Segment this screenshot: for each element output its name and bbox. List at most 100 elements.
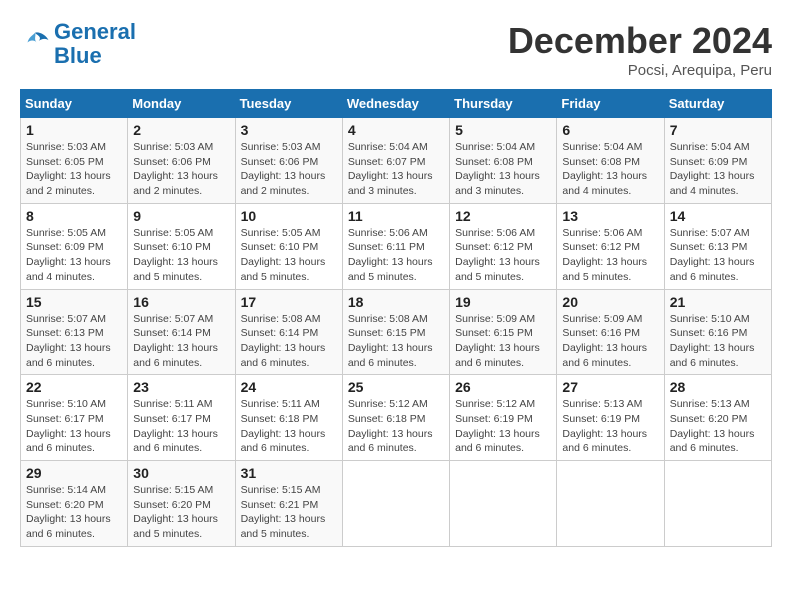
day-info: Sunrise: 5:15 AMSunset: 6:20 PMDaylight:…	[133, 483, 229, 542]
table-row: 11Sunrise: 5:06 AMSunset: 6:11 PMDayligh…	[342, 203, 449, 289]
table-row: 4 Sunrise: 5:04 AMSunset: 6:07 PMDaylight…	[342, 118, 449, 204]
col-wednesday: Wednesday	[342, 90, 449, 118]
location-subtitle: Pocsi, Arequipa, Peru	[508, 62, 772, 79]
table-row: 21 Sunrise: 5:10 AMSunset: 6:16 PMDayligh…	[664, 289, 771, 375]
day-number: 1	[26, 122, 122, 138]
day-number: 6	[562, 122, 658, 138]
table-row: 7 Sunrise: 5:04 AMSunset: 6:09 PMDaylight…	[664, 118, 771, 204]
table-row: 15 Sunrise: 5:07 AMSunset: 6:13 PMDayligh…	[21, 289, 128, 375]
col-monday: Monday	[128, 90, 235, 118]
col-sunday: Sunday	[21, 90, 128, 118]
day-number: 23	[133, 379, 229, 395]
day-number: 15	[26, 294, 122, 310]
day-number: 5	[455, 122, 551, 138]
day-number: 8	[26, 208, 122, 224]
day-info: Sunrise: 5:07 AMSunset: 6:13 PMDaylight:…	[26, 312, 122, 371]
table-row: 5Sunrise: 5:04 AMSunset: 6:08 PMDaylight…	[450, 118, 557, 204]
table-row: 10Sunrise: 5:05 AMSunset: 6:10 PMDayligh…	[235, 203, 342, 289]
day-number: 4	[348, 122, 444, 138]
day-info: Sunrise: 5:10 AMSunset: 6:17 PMDaylight:…	[26, 397, 122, 456]
col-saturday: Saturday	[664, 90, 771, 118]
day-number: 10	[241, 208, 337, 224]
day-number: 24	[241, 379, 337, 395]
day-number: 19	[455, 294, 551, 310]
day-number: 28	[670, 379, 766, 395]
day-info: Sunrise: 5:13 AMSunset: 6:19 PMDaylight:…	[562, 397, 658, 456]
table-row	[664, 461, 771, 547]
day-info: Sunrise: 5:05 AMSunset: 6:10 PMDaylight:…	[133, 226, 229, 285]
day-info: Sunrise: 5:08 AMSunset: 6:14 PMDaylight:…	[241, 312, 337, 371]
day-info: Sunrise: 5:06 AMSunset: 6:12 PMDaylight:…	[562, 226, 658, 285]
logo-icon	[20, 29, 50, 59]
day-info: Sunrise: 5:04 AMSunset: 6:09 PMDaylight:…	[670, 140, 766, 199]
table-row: 27 Sunrise: 5:13 AMSunset: 6:19 PMDayligh…	[557, 375, 664, 461]
day-number: 26	[455, 379, 551, 395]
day-number: 2	[133, 122, 229, 138]
table-row: 31 Sunrise: 5:15 AMSunset: 6:21 PMDayligh…	[235, 461, 342, 547]
day-number: 21	[670, 294, 766, 310]
day-info: Sunrise: 5:12 AMSunset: 6:18 PMDaylight:…	[348, 397, 444, 456]
table-row: 18 Sunrise: 5:08 AMSunset: 6:15 PMDayligh…	[342, 289, 449, 375]
table-row: 23 Sunrise: 5:11 AMSunset: 6:17 PMDayligh…	[128, 375, 235, 461]
day-number: 31	[241, 465, 337, 481]
table-row: 20 Sunrise: 5:09 AMSunset: 6:16 PMDayligh…	[557, 289, 664, 375]
day-info: Sunrise: 5:03 AMSunset: 6:06 PMDaylight:…	[241, 140, 337, 199]
month-title: December 2024	[508, 20, 772, 62]
day-info: Sunrise: 5:07 AMSunset: 6:14 PMDaylight:…	[133, 312, 229, 371]
day-number: 25	[348, 379, 444, 395]
table-row: 24Sunrise: 5:11 AMSunset: 6:18 PMDayligh…	[235, 375, 342, 461]
table-row: 25 Sunrise: 5:12 AMSunset: 6:18 PMDayligh…	[342, 375, 449, 461]
day-info: Sunrise: 5:13 AMSunset: 6:20 PMDaylight:…	[670, 397, 766, 456]
day-info: Sunrise: 5:15 AMSunset: 6:21 PMDaylight:…	[241, 483, 337, 542]
table-row: 6 Sunrise: 5:04 AMSunset: 6:08 PMDaylight…	[557, 118, 664, 204]
day-number: 27	[562, 379, 658, 395]
table-row: 2 Sunrise: 5:03 AMSunset: 6:06 PMDaylight…	[128, 118, 235, 204]
day-info: Sunrise: 5:03 AMSunset: 6:05 PMDaylight:…	[26, 140, 122, 199]
day-number: 16	[133, 294, 229, 310]
day-info: Sunrise: 5:08 AMSunset: 6:15 PMDaylight:…	[348, 312, 444, 371]
day-info: Sunrise: 5:09 AMSunset: 6:16 PMDaylight:…	[562, 312, 658, 371]
day-info: Sunrise: 5:09 AMSunset: 6:15 PMDaylight:…	[455, 312, 551, 371]
table-row: 30 Sunrise: 5:15 AMSunset: 6:20 PMDayligh…	[128, 461, 235, 547]
day-info: Sunrise: 5:05 AMSunset: 6:09 PMDaylight:…	[26, 226, 122, 285]
col-thursday: Thursday	[450, 90, 557, 118]
day-number: 30	[133, 465, 229, 481]
day-number: 12	[455, 208, 551, 224]
title-block: December 2024 Pocsi, Arequipa, Peru	[508, 20, 772, 79]
day-number: 20	[562, 294, 658, 310]
table-row: 22 Sunrise: 5:10 AMSunset: 6:17 PMDayligh…	[21, 375, 128, 461]
table-row: 8 Sunrise: 5:05 AMSunset: 6:09 PMDaylight…	[21, 203, 128, 289]
table-row: 13Sunrise: 5:06 AMSunset: 6:12 PMDayligh…	[557, 203, 664, 289]
day-info: Sunrise: 5:06 AMSunset: 6:12 PMDaylight:…	[455, 226, 551, 285]
day-info: Sunrise: 5:12 AMSunset: 6:19 PMDaylight:…	[455, 397, 551, 456]
day-number: 3	[241, 122, 337, 138]
day-info: Sunrise: 5:11 AMSunset: 6:17 PMDaylight:…	[133, 397, 229, 456]
col-friday: Friday	[557, 90, 664, 118]
table-row	[450, 461, 557, 547]
table-row: 28 Sunrise: 5:13 AMSunset: 6:20 PMDayligh…	[664, 375, 771, 461]
day-number: 22	[26, 379, 122, 395]
day-number: 14	[670, 208, 766, 224]
page-header: General Blue December 2024 Pocsi, Arequi…	[20, 20, 772, 79]
table-row: 12 Sunrise: 5:06 AMSunset: 6:12 PMDayligh…	[450, 203, 557, 289]
day-info: Sunrise: 5:03 AMSunset: 6:06 PMDaylight:…	[133, 140, 229, 199]
table-row: 26 Sunrise: 5:12 AMSunset: 6:19 PMDayligh…	[450, 375, 557, 461]
table-row: 9 Sunrise: 5:05 AMSunset: 6:10 PMDaylight…	[128, 203, 235, 289]
col-tuesday: Tuesday	[235, 90, 342, 118]
day-info: Sunrise: 5:04 AMSunset: 6:07 PMDaylight:…	[348, 140, 444, 199]
day-number: 29	[26, 465, 122, 481]
day-info: Sunrise: 5:04 AMSunset: 6:08 PMDaylight:…	[562, 140, 658, 199]
table-row: 17 Sunrise: 5:08 AMSunset: 6:14 PMDayligh…	[235, 289, 342, 375]
day-number: 7	[670, 122, 766, 138]
day-info: Sunrise: 5:07 AMSunset: 6:13 PMDaylight:…	[670, 226, 766, 285]
calendar-table: Sunday Monday Tuesday Wednesday Thursday…	[20, 89, 772, 547]
day-number: 17	[241, 294, 337, 310]
day-info: Sunrise: 5:14 AMSunset: 6:20 PMDaylight:…	[26, 483, 122, 542]
day-number: 9	[133, 208, 229, 224]
table-row: 29 Sunrise: 5:14 AMSunset: 6:20 PMDayligh…	[21, 461, 128, 547]
logo: General Blue	[20, 20, 136, 68]
day-number: 18	[348, 294, 444, 310]
day-number: 11	[348, 208, 444, 224]
logo-text: General Blue	[54, 20, 136, 68]
day-info: Sunrise: 5:10 AMSunset: 6:16 PMDaylight:…	[670, 312, 766, 371]
